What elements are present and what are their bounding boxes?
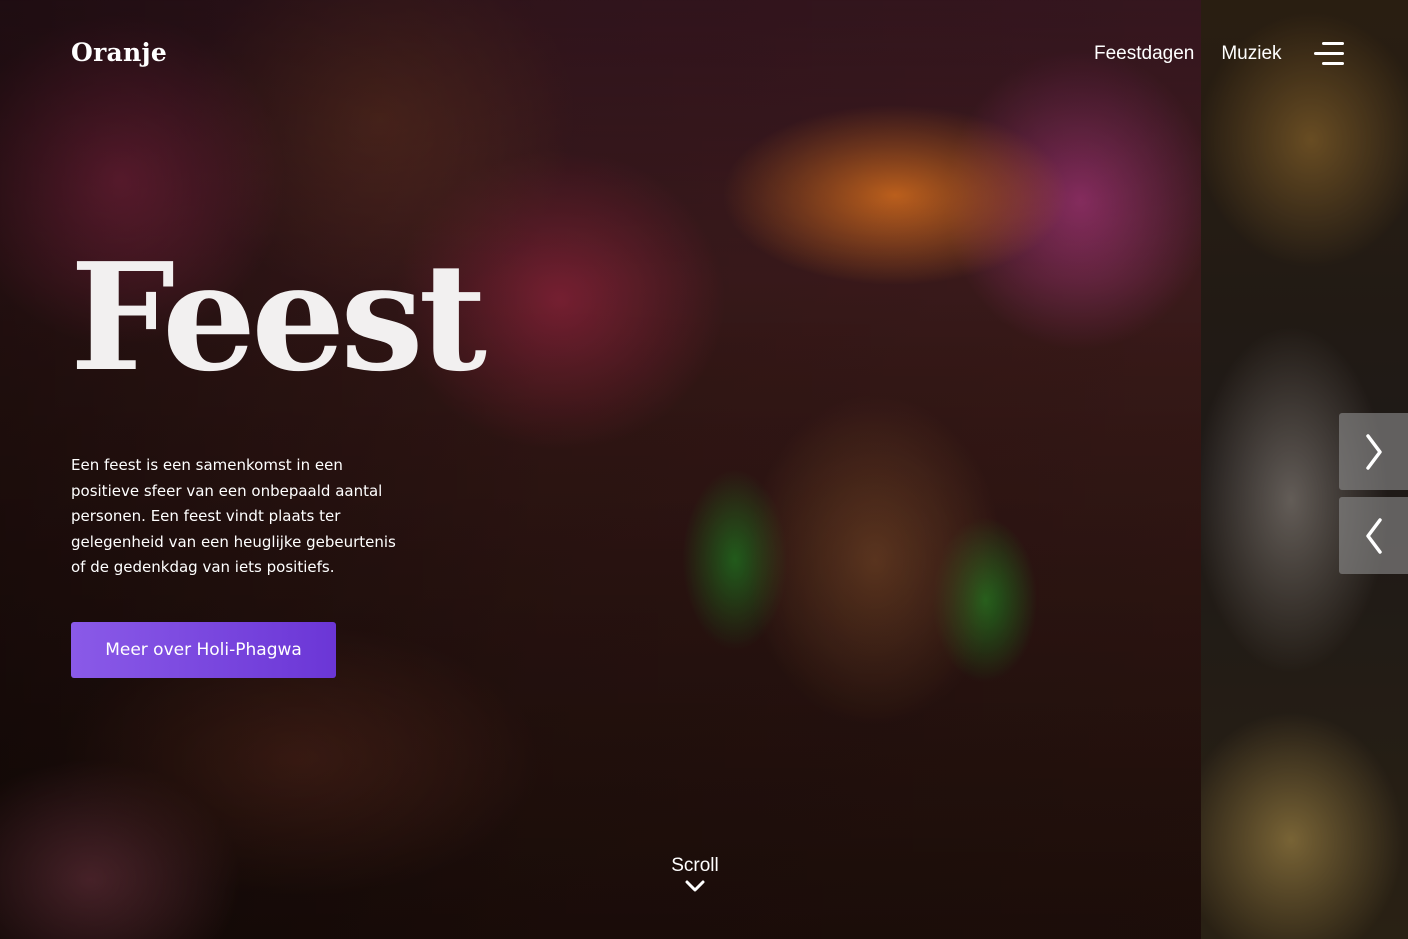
next-slide-button[interactable] [1339, 413, 1408, 490]
scroll-hint[interactable]: Scroll [645, 855, 745, 893]
prev-slide-button[interactable] [1339, 497, 1408, 574]
chevron-right-icon [1365, 433, 1382, 470]
scroll-label: Scroll [671, 855, 719, 876]
nav-item-muziek[interactable]: Muziek [1221, 42, 1281, 66]
main-nav: Feestdagen Muziek [1094, 41, 1344, 67]
chevron-down-icon [685, 880, 705, 892]
chevron-left-icon [1365, 517, 1382, 554]
nav-item-feestdagen[interactable]: Feestdagen [1094, 42, 1194, 66]
hamburger-menu-icon[interactable] [1313, 41, 1344, 67]
site-logo[interactable]: Oranje [71, 38, 167, 67]
hero-description: Een feest is een samenkomst in een posit… [71, 456, 396, 576]
hero-title: Feest [70, 230, 487, 404]
cta-button[interactable]: Meer over Holi-Phagwa [71, 622, 336, 678]
